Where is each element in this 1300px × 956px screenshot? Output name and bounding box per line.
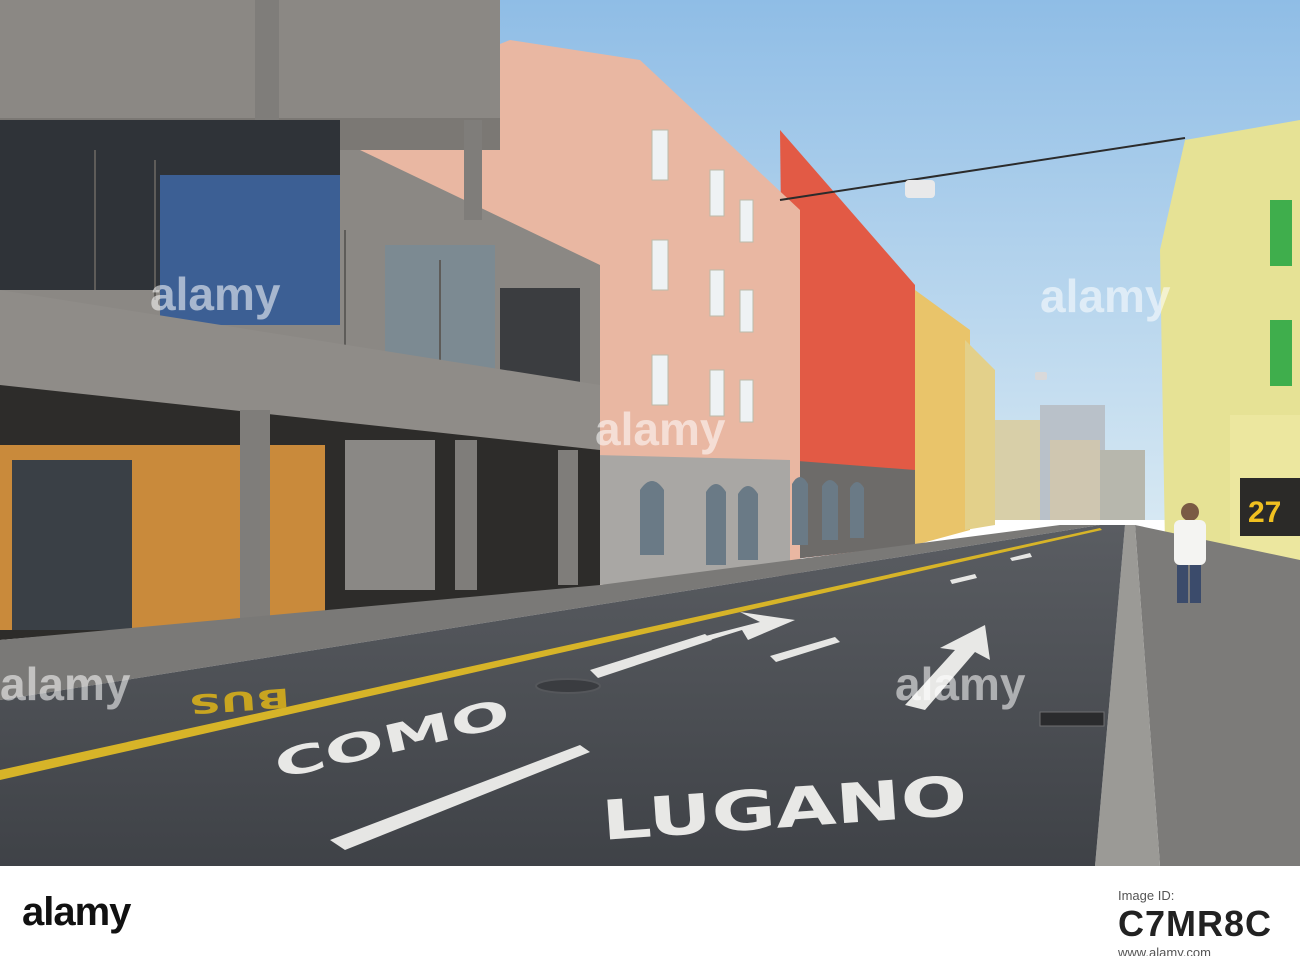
sign-number: 27 xyxy=(1248,496,1281,529)
photo-frame: 27 COMO LUGANO BUS alamy alamy alamy ala… xyxy=(0,0,1300,956)
drain-grate xyxy=(1039,711,1105,727)
street-photo: 27 COMO LUGANO BUS alamy alamy alamy ala… xyxy=(0,0,1300,866)
street-scene: 27 COMO LUGANO BUS alamy alamy alamy ala… xyxy=(0,0,1300,866)
alamy-logo: alamy xyxy=(22,890,131,934)
image-url: www.alamy.com xyxy=(1117,945,1211,956)
svg-text:alamy: alamy xyxy=(895,658,1026,710)
stock-footer: alamy Image ID: C7MR8C www.alamy.com xyxy=(0,866,1300,956)
svg-text:alamy: alamy xyxy=(595,403,726,455)
image-id-label: Image ID: xyxy=(1117,888,1175,903)
street-lamp xyxy=(905,180,935,198)
image-id: C7MR8C xyxy=(1117,903,1272,944)
svg-text:alamy: alamy xyxy=(0,658,131,710)
manhole xyxy=(535,678,601,694)
svg-text:alamy: alamy xyxy=(1040,270,1171,322)
watermark: alamy xyxy=(150,268,281,320)
yellow-building-mid xyxy=(915,290,970,545)
right-sidewalk xyxy=(1135,525,1300,866)
image-info: Image ID: C7MR8C www.alamy.com xyxy=(1118,888,1272,956)
